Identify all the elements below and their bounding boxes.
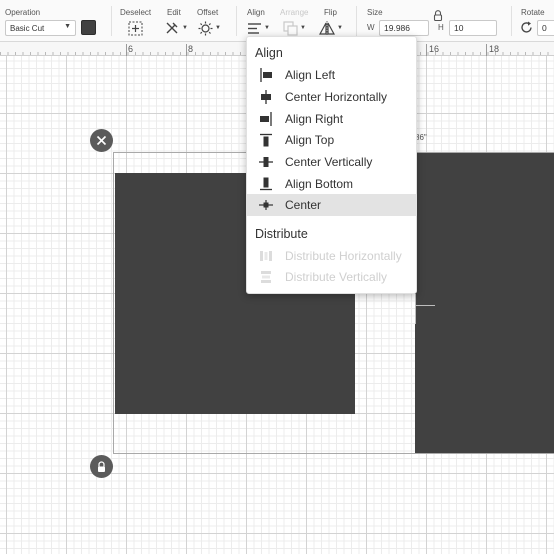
- ruler-tick: [186, 44, 187, 56]
- ruler-mark: 18: [489, 44, 500, 54]
- distribute-horizontally-option[interactable]: Distribute Horizontally: [247, 245, 417, 267]
- arrange-button[interactable]: ▼: [283, 19, 306, 37]
- flip-icon: [319, 20, 335, 36]
- option-label: Distribute Horizontally: [285, 249, 402, 263]
- align-left-icon: [247, 68, 285, 82]
- unlock-icon: [98, 460, 105, 472]
- center-vertically-icon: [247, 155, 285, 169]
- close-icon: [96, 135, 107, 146]
- align-top-icon: [247, 133, 285, 147]
- center-horizontally-icon: [247, 90, 285, 104]
- center-option[interactable]: Center: [247, 194, 417, 216]
- align-bottom-option[interactable]: Align Bottom: [247, 173, 417, 195]
- option-label: Align Right: [285, 112, 344, 126]
- center-icon: [247, 198, 285, 212]
- offset-label: Offset: [197, 8, 219, 17]
- align-dropdown-menu: Align Align Left Center Horizontally Ali…: [246, 36, 417, 294]
- toolbar-divider: [111, 6, 112, 36]
- rotate-input[interactable]: 0: [537, 20, 554, 36]
- center-vertically-option[interactable]: Center Vertically: [247, 151, 417, 173]
- alignment-guide: [415, 294, 416, 324]
- operation-label: Operation: [5, 8, 41, 17]
- distribute-horizontally-icon: [247, 249, 285, 263]
- color-swatch[interactable]: [81, 20, 96, 35]
- offset-button[interactable]: ▼: [198, 19, 221, 37]
- align-right-option[interactable]: Align Right: [247, 108, 417, 130]
- ruler-tick: [126, 44, 127, 56]
- align-left-option[interactable]: Align Left: [247, 64, 417, 86]
- center-horizontally-option[interactable]: Center Horizontally: [247, 86, 417, 108]
- lock-icon[interactable]: [433, 10, 443, 21]
- alignment-guide: [415, 305, 435, 306]
- option-label: Center Vertically: [285, 155, 373, 169]
- deselect-button[interactable]: [127, 19, 144, 37]
- edit-button[interactable]: ▼: [164, 19, 188, 37]
- rotate-label: Rotate: [521, 8, 545, 17]
- delete-handle[interactable]: [90, 129, 113, 152]
- toolbar-divider: [236, 6, 237, 36]
- option-label: Center: [285, 198, 322, 212]
- deselect-label: Deselect: [120, 8, 152, 17]
- distribute-vertically-option[interactable]: Distribute Vertically: [247, 266, 417, 288]
- option-label: Distribute Vertically: [285, 270, 388, 284]
- option-label: Center Horizontally: [285, 90, 388, 104]
- align-right-icon: [247, 112, 285, 126]
- height-input[interactable]: 10: [449, 20, 497, 36]
- rotate-icon[interactable]: [520, 21, 533, 34]
- ruler-tick: [486, 44, 487, 56]
- option-label: Align Bottom: [285, 177, 354, 191]
- align-icon: [248, 22, 261, 34]
- chevron-down-icon: ▼: [300, 25, 306, 31]
- option-label: Align Top: [285, 133, 335, 147]
- lock-handle[interactable]: [90, 455, 113, 478]
- chevron-down-icon: ▼: [264, 25, 270, 31]
- align-top-option[interactable]: Align Top: [247, 129, 417, 151]
- flip-button[interactable]: ▼: [319, 19, 343, 37]
- align-button[interactable]: ▼: [247, 19, 270, 37]
- chevron-down-icon: ▼: [182, 25, 188, 31]
- toolbar-divider: [511, 6, 512, 36]
- offset-icon: [198, 21, 213, 35]
- distribute-vertically-icon: [247, 270, 285, 284]
- height-letter: H: [438, 23, 444, 32]
- width-input[interactable]: 19.986: [379, 20, 429, 36]
- edit-label: Edit: [167, 8, 181, 17]
- operation-select[interactable]: Basic Cut ▼: [5, 20, 76, 36]
- align-label: Align: [247, 8, 265, 17]
- edit-icon: [166, 22, 178, 34]
- ruler-tick: [426, 44, 427, 56]
- align-section-header: Align: [255, 46, 283, 60]
- option-label: Align Left: [285, 68, 336, 82]
- chevron-down-icon: ▼: [215, 25, 221, 31]
- arrange-label: Arrange: [280, 8, 309, 17]
- arrange-icon: [283, 20, 298, 36]
- chevron-down-icon: ▼: [337, 25, 343, 31]
- ruler-mark: 16: [429, 44, 440, 54]
- operation-value: Basic Cut: [10, 24, 45, 33]
- ruler-mark: 8: [188, 44, 194, 54]
- chevron-down-icon: ▼: [64, 23, 71, 30]
- width-letter: W: [367, 23, 375, 32]
- toolbar-divider: [356, 6, 357, 36]
- deselect-icon: [128, 21, 143, 35]
- distribute-section-header: Distribute: [255, 227, 308, 241]
- size-label: Size: [367, 8, 383, 17]
- ruler-mark: 6: [128, 44, 134, 54]
- flip-label: Flip: [324, 8, 337, 17]
- align-bottom-icon: [247, 177, 285, 191]
